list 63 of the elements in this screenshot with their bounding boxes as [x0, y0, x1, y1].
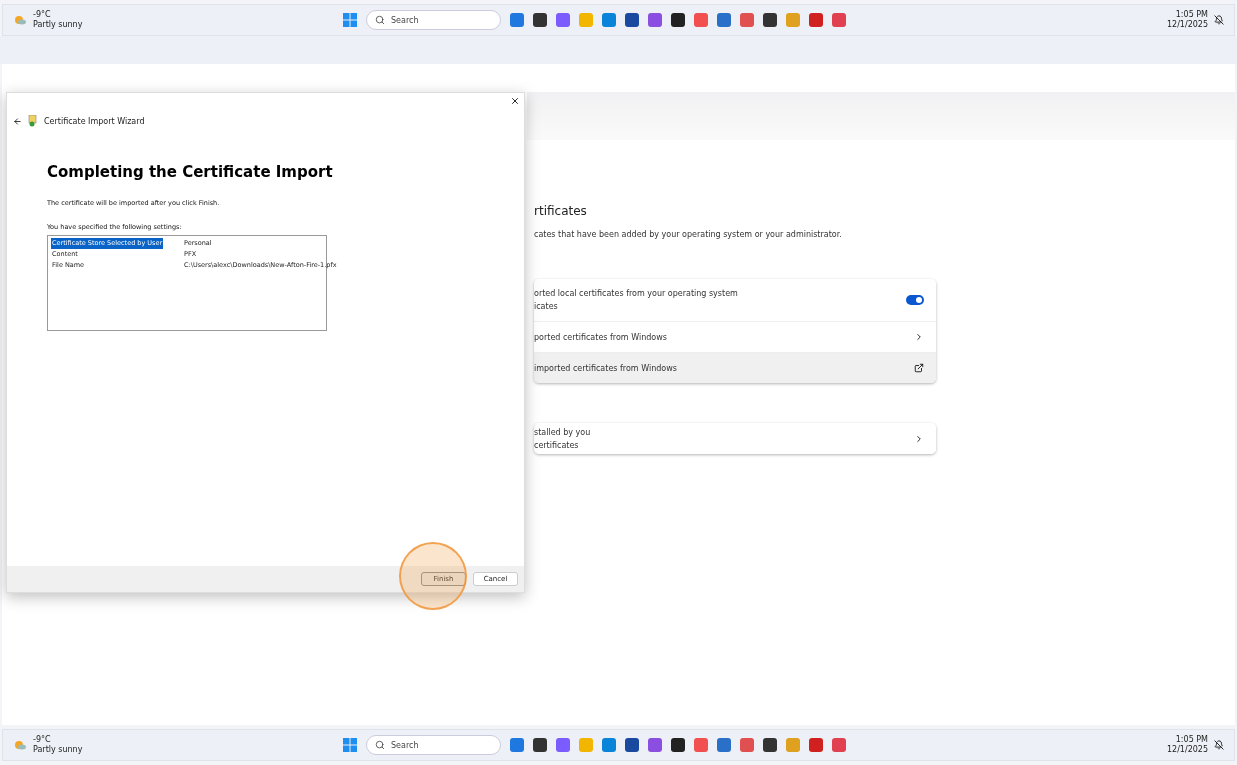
row-label: imported certificates from Windows	[534, 362, 677, 375]
row-sublabel: certificates	[534, 439, 580, 452]
app-icon[interactable]	[717, 738, 731, 752]
start-icon[interactable]	[343, 738, 357, 752]
app-icon[interactable]	[625, 13, 639, 27]
app-icon[interactable]	[763, 738, 777, 752]
row-label: orted local certificates from your operating system	[534, 288, 738, 300]
app-icon[interactable]	[740, 738, 754, 752]
weather-condition: Partly sunny	[33, 20, 83, 30]
app-icon[interactable]	[510, 13, 524, 27]
clock-date: 12/1/2025	[1166, 20, 1208, 30]
app-icon[interactable]	[510, 738, 524, 752]
wizard-heading: Completing the Certificate Import	[47, 163, 334, 183]
chevron-right-icon	[914, 433, 924, 444]
app-icon[interactable]	[717, 13, 731, 27]
weather-condition: Partly sunny	[33, 745, 83, 755]
row-label: ported certificates from Windows	[534, 331, 667, 344]
notification-icon[interactable]	[1214, 740, 1224, 750]
chevron-right-icon	[914, 332, 924, 342]
app-icon[interactable]	[671, 738, 685, 752]
app-icon[interactable]	[763, 13, 777, 27]
search-icon	[375, 15, 385, 25]
app-icon[interactable]	[556, 738, 570, 752]
app-icon[interactable]	[648, 738, 662, 752]
page-description: cates that have been added by your operating system or your administrator.	[534, 230, 843, 239]
temperature: -9°C	[33, 735, 52, 745]
app-icon[interactable]	[671, 13, 685, 27]
app-icon[interactable]	[809, 13, 823, 27]
notification-icon[interactable]	[1214, 15, 1224, 25]
app-icon[interactable]	[602, 13, 616, 27]
settings-row[interactable]: ported certificates from Windows	[534, 321, 936, 352]
certificate-icon	[28, 115, 38, 127]
external-link-icon	[914, 363, 924, 373]
settings-row[interactable]: imported certificates from Windows	[534, 352, 936, 383]
search-field[interactable]: Search	[366, 735, 501, 755]
settings-row[interactable]: stalled by you certificates	[534, 423, 936, 454]
clock-time: 1:05 PM	[1174, 735, 1208, 745]
weather-icon[interactable]	[13, 13, 27, 27]
app-icon[interactable]	[648, 13, 662, 27]
page-title: rtificates	[534, 204, 588, 218]
app-icon[interactable]	[625, 738, 639, 752]
app-icon[interactable]	[556, 13, 570, 27]
app-icon[interactable]	[809, 738, 823, 752]
dialog-title: Certificate Import Wizard	[44, 116, 145, 126]
close-button[interactable]	[510, 96, 520, 106]
settings-row[interactable]: orted local certificates from your operating system icates	[534, 279, 936, 321]
toggle-switch[interactable]	[906, 295, 924, 305]
row-sublabel: icates	[534, 301, 559, 313]
weather-icon[interactable]	[13, 738, 27, 752]
temperature: -9°C	[33, 10, 52, 20]
search-icon	[375, 740, 385, 750]
app-icon[interactable]	[832, 738, 846, 752]
app-icon[interactable]	[533, 738, 547, 752]
app-icon[interactable]	[602, 738, 616, 752]
search-field[interactable]: Search	[366, 10, 501, 30]
row-label: stalled by you	[534, 426, 591, 439]
start-icon[interactable]	[343, 13, 357, 27]
clock-time: 1:05 PM	[1174, 10, 1208, 20]
back-icon[interactable]	[13, 116, 22, 126]
app-icon[interactable]	[740, 13, 754, 27]
app-icon[interactable]	[832, 13, 846, 27]
clock-date: 12/1/2025	[1166, 745, 1208, 755]
app-icon[interactable]	[533, 13, 547, 27]
